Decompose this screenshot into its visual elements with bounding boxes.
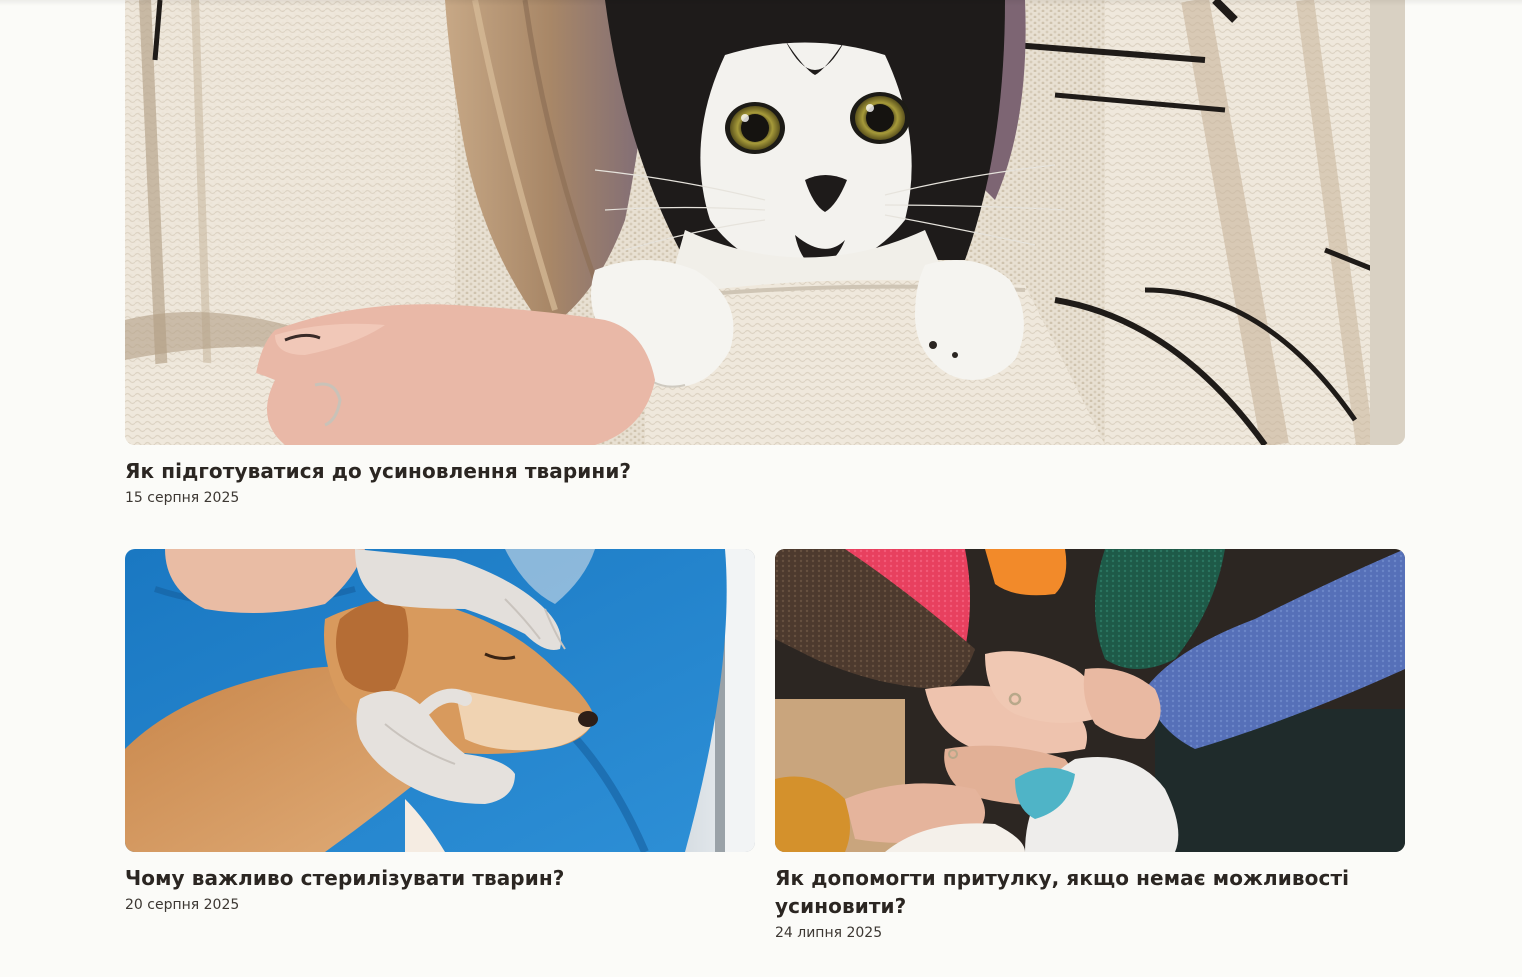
article-card-help-shelter[interactable]: Як допомогти притулку, якщо немає можлив…	[775, 549, 1405, 949]
article-card-sterilization[interactable]: Чому важливо стерилізувати тварин? 20 се…	[125, 549, 755, 919]
article-title[interactable]: Як підготуватися до усиновлення тварини?	[125, 457, 1405, 485]
article-date: 24 липня 2025	[775, 925, 883, 941]
article-title[interactable]: Чому важливо стерилізувати тварин?	[125, 864, 755, 892]
header-shadow	[0, 0, 1522, 6]
article-title[interactable]: Як допомогти притулку, якщо немає можлив…	[775, 864, 1375, 920]
article-image-dog	[125, 549, 755, 852]
article-card-adoption-prep[interactable]: Як підготуватися до усиновлення тварини?…	[125, 0, 1405, 510]
article-image-cat	[125, 0, 1405, 445]
article-date: 20 серпня 2025	[125, 897, 240, 913]
article-date: 15 серпня 2025	[125, 490, 240, 506]
article-image-hands	[775, 549, 1405, 852]
